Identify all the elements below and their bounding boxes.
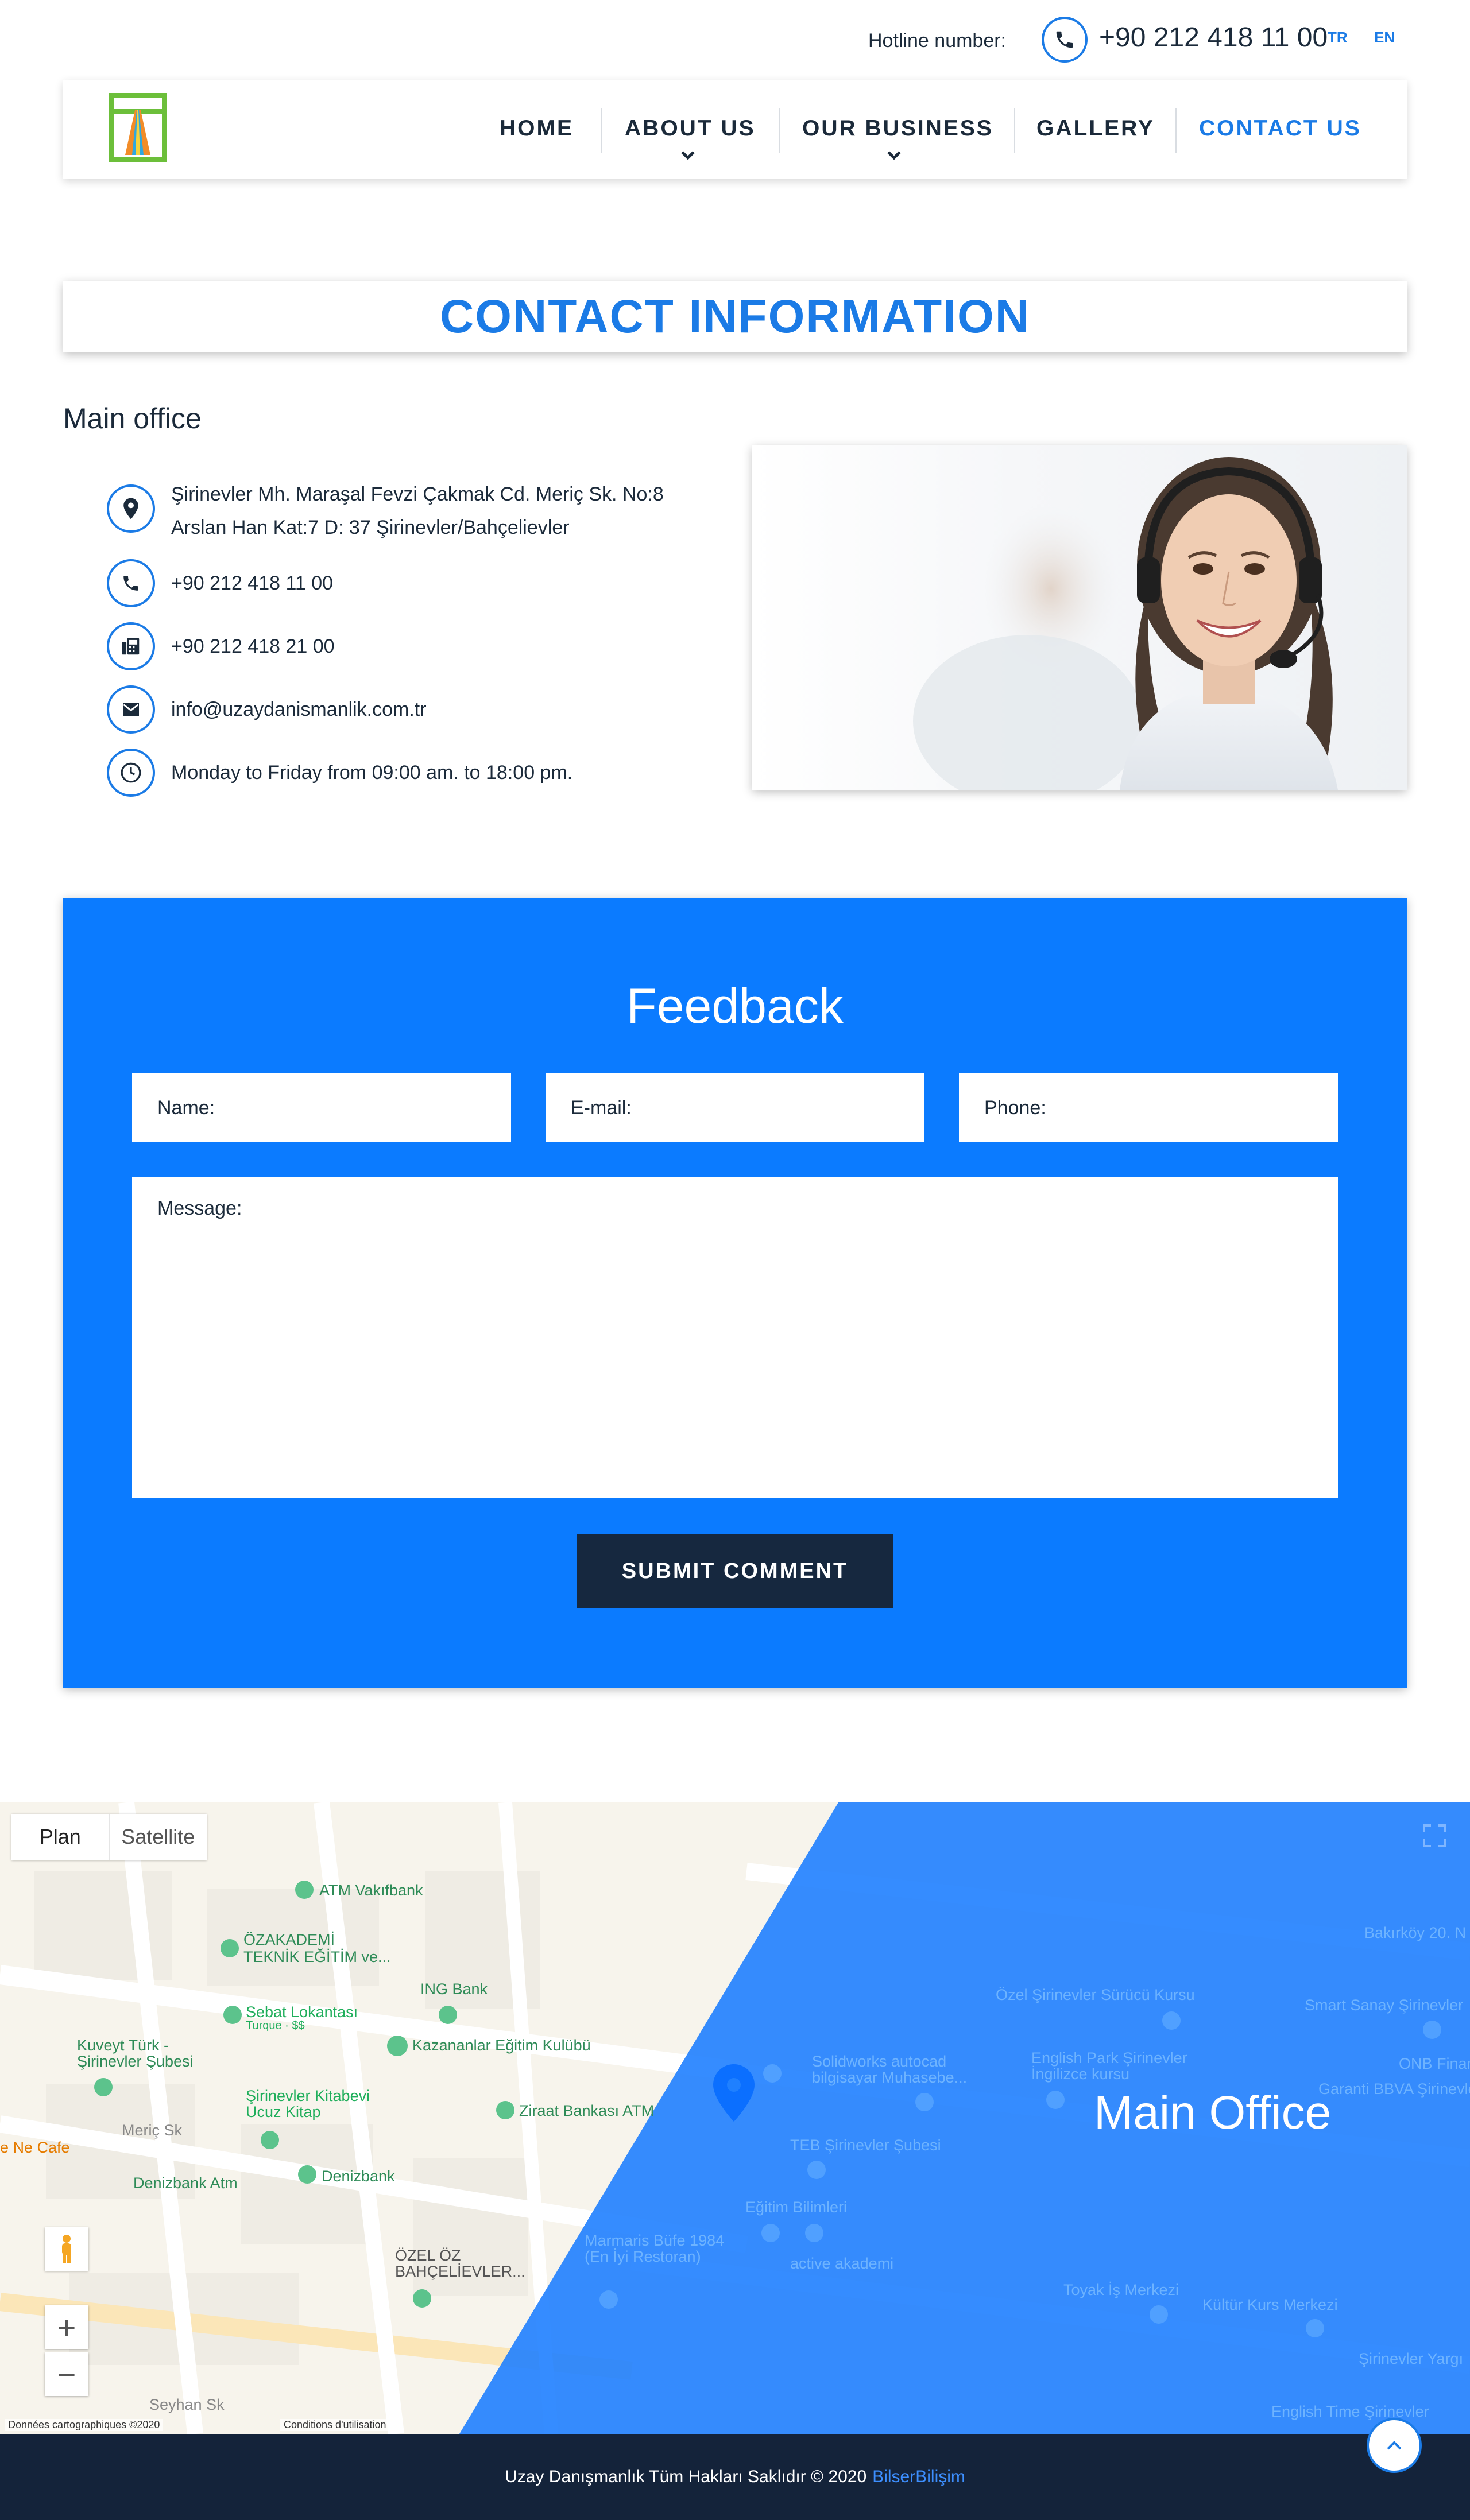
chevron-down-icon[interactable]: [678, 149, 698, 162]
fax-number: +90 212 418 21 00: [171, 635, 335, 657]
map-poi-label[interactable]: Kuveyt Türk -: [77, 2037, 169, 2054]
map-poi-label[interactable]: ÖZEL ÖZ: [395, 2247, 461, 2265]
phone-icon: [1042, 17, 1088, 63]
map-terms-link[interactable]: Conditions d'utilisation: [280, 2419, 390, 2431]
feedback-title: Feedback: [626, 979, 844, 1034]
fax-row: +90 212 418 21 00: [107, 622, 738, 674]
language-en-link[interactable]: EN: [1374, 29, 1395, 46]
map-poi-label: Turque · $$: [246, 2019, 305, 2032]
map-poi-label[interactable]: Eğitim Bilimleri: [745, 2199, 847, 2216]
map-plan-button[interactable]: Plan: [11, 1814, 109, 1860]
address-line-2: Arslan Han Kat:7 D: 37 Şirinevler/Bahçel…: [171, 517, 570, 538]
map-attribution: Données cartographiques ©2020: [5, 2419, 164, 2431]
map-poi-label: Bakırköy 20. N: [1364, 1924, 1467, 1941]
email-address[interactable]: info@uzaydanismanlik.com.tr: [171, 693, 745, 726]
map-poi-label[interactable]: ONB Finans: [1399, 2055, 1470, 2073]
map-type-toggle: Plan Satellite: [11, 1814, 207, 1860]
email-input[interactable]: [546, 1073, 924, 1142]
nav-divider: [1014, 108, 1015, 153]
phone-number[interactable]: +90 212 418 11 00: [171, 567, 745, 600]
location-pin-icon: [107, 484, 155, 533]
scroll-to-top-button[interactable]: [1367, 2418, 1422, 2473]
map-poi-label[interactable]: Solidworks autocad: [812, 2053, 946, 2071]
nav-divider: [601, 108, 602, 153]
map-street-label: Meriç Sk: [122, 2122, 183, 2139]
nav-our-business[interactable]: OUR BUSINESS: [802, 116, 993, 141]
map-poi-label[interactable]: English Park Şirinevler: [1031, 2049, 1187, 2067]
office-title: Main office: [63, 402, 202, 435]
footer-developer-link[interactable]: BilserBilişim: [872, 2467, 965, 2487]
company-logo[interactable]: [109, 93, 167, 162]
feedback-form: Feedback SUBMIT COMMENT: [63, 898, 1407, 1688]
clock-icon: [107, 749, 155, 797]
top-bar: Hotline number: +90 212 418 11 00 TR EN: [0, 0, 1470, 80]
zoom-out-button[interactable]: −: [45, 2352, 88, 2396]
phone-row: +90 212 418 11 00: [107, 559, 738, 611]
map-poi-label[interactable]: Ziraat Bankası ATM: [519, 2102, 654, 2120]
page-title: CONTACT INFORMATION: [440, 290, 1030, 343]
nav-contact-us[interactable]: CONTACT US: [1199, 116, 1361, 141]
office-hours: Monday to Friday from 09:00 am. to 18:00…: [171, 762, 573, 784]
chevron-down-icon[interactable]: [884, 149, 904, 162]
email-row: info@uzaydanismanlik.com.tr: [107, 685, 738, 737]
nav-divider: [1175, 108, 1177, 153]
map-poi-label[interactable]: Şirinevler Şubesi: [77, 2053, 194, 2071]
map-poi-label[interactable]: BAHÇELİEVLER...: [395, 2263, 525, 2281]
hotline-label: Hotline number:: [868, 30, 1007, 52]
nav-about-us[interactable]: ABOUT US: [625, 116, 756, 141]
street-view-pegman-icon[interactable]: [45, 2227, 88, 2271]
map-poi-label[interactable]: active akademi: [790, 2255, 893, 2273]
zoom-in-button[interactable]: +: [45, 2305, 88, 2349]
map-poi-label[interactable]: (En İyi Restoran): [585, 2248, 701, 2266]
address-row: Şirinevler Mh. Maraşal Fevzi Çakmak Cd. …: [107, 483, 738, 553]
map-poi-label[interactable]: ÖZAKADEMİ: [243, 1931, 335, 1949]
map-poi-label[interactable]: Marmaris Büfe 1984: [585, 2232, 724, 2250]
location-map[interactable]: ATM Vakıfbank ÖZAKADEMİ TEKNİK EĞİTİM ve…: [0, 1802, 1470, 2434]
fax-icon: [107, 622, 155, 670]
map-poi-label[interactable]: ING Bank: [420, 1980, 488, 1998]
name-input[interactable]: [132, 1073, 511, 1142]
map-poi-label[interactable]: Garanti BBVA Şirinevler: [1318, 2080, 1470, 2098]
map-poi-label[interactable]: e Ne Cafe: [0, 2139, 70, 2157]
map-poi-label[interactable]: Ucuz Kitap: [246, 2103, 321, 2121]
map-poi-label[interactable]: Şirinevler Yargı: [1359, 2350, 1463, 2368]
map-poi-label[interactable]: Denizbank Atm: [133, 2174, 238, 2192]
footer-copyright: Uzay Danışmanlık Tüm Hakları Saklıdır © …: [505, 2467, 867, 2486]
phone-icon: [107, 559, 155, 607]
map-poi-label[interactable]: Denizbank: [322, 2168, 395, 2185]
map-poi-label[interactable]: İngilizce kursu: [1031, 2065, 1129, 2083]
map-street-label: Seyhan Sk: [149, 2396, 225, 2413]
nav-gallery[interactable]: GALLERY: [1036, 116, 1155, 141]
map-poi-label[interactable]: Özel Şirinevler Sürücü Kursu: [996, 1986, 1195, 2004]
map-poi-label[interactable]: Kazananlar Eğitim Kulübü: [412, 2037, 591, 2054]
main-navigation: HOME ABOUT US OUR BUSINESS GALLERY CONTA…: [63, 80, 1407, 179]
map-poi-label[interactable]: bilgisayar Muhasebe...: [812, 2069, 967, 2087]
address-line-1: Şirinevler Mh. Maraşal Fevzi Çakmak Cd. …: [171, 483, 664, 505]
map-poi-label[interactable]: TEKNİK EĞİTİM ve...: [243, 1948, 391, 1966]
footer: Uzay Danışmanlık Tüm Hakları Saklıdır © …: [0, 2434, 1470, 2520]
nav-home[interactable]: HOME: [500, 116, 574, 141]
contact-information-banner: CONTACT INFORMATION: [63, 281, 1407, 352]
customer-service-photo: [752, 445, 1407, 790]
hours-row: Monday to Friday from 09:00 am. to 18:00…: [107, 749, 738, 800]
map-poi-label[interactable]: Şirinevler Kitabevi: [246, 2087, 370, 2105]
map-poi-label[interactable]: TEB Şirinevler Şubesi: [790, 2137, 941, 2154]
phone-input[interactable]: [959, 1073, 1338, 1142]
language-tr-link[interactable]: TR: [1328, 29, 1348, 46]
map-poi-label[interactable]: Kültür Kurs Merkezi: [1202, 2296, 1338, 2314]
map-satellite-button[interactable]: Satellite: [109, 1814, 207, 1860]
fullscreen-icon[interactable]: [1422, 1823, 1447, 1848]
message-input[interactable]: [132, 1177, 1338, 1498]
submit-comment-button[interactable]: SUBMIT COMMENT: [577, 1534, 893, 1608]
nav-divider: [779, 108, 780, 153]
map-poi-label[interactable]: Smart Sanay Şirinevler: [1305, 1996, 1463, 2014]
map-poi-label[interactable]: Sebat Lokantası: [246, 2003, 358, 2021]
map-poi-label[interactable]: Toyak İş Merkezi: [1063, 2281, 1179, 2299]
map-poi-label[interactable]: English Time Şirinevler: [1271, 2403, 1429, 2421]
hotline-number[interactable]: +90 212 418 11 00: [1099, 22, 1328, 53]
mail-icon: [107, 685, 155, 734]
map-overlay-title: Main Office: [1094, 2087, 1332, 2139]
map-poi-label[interactable]: ATM Vakıfbank: [319, 1882, 423, 1899]
chevron-up-icon: [1387, 2441, 1402, 2450]
